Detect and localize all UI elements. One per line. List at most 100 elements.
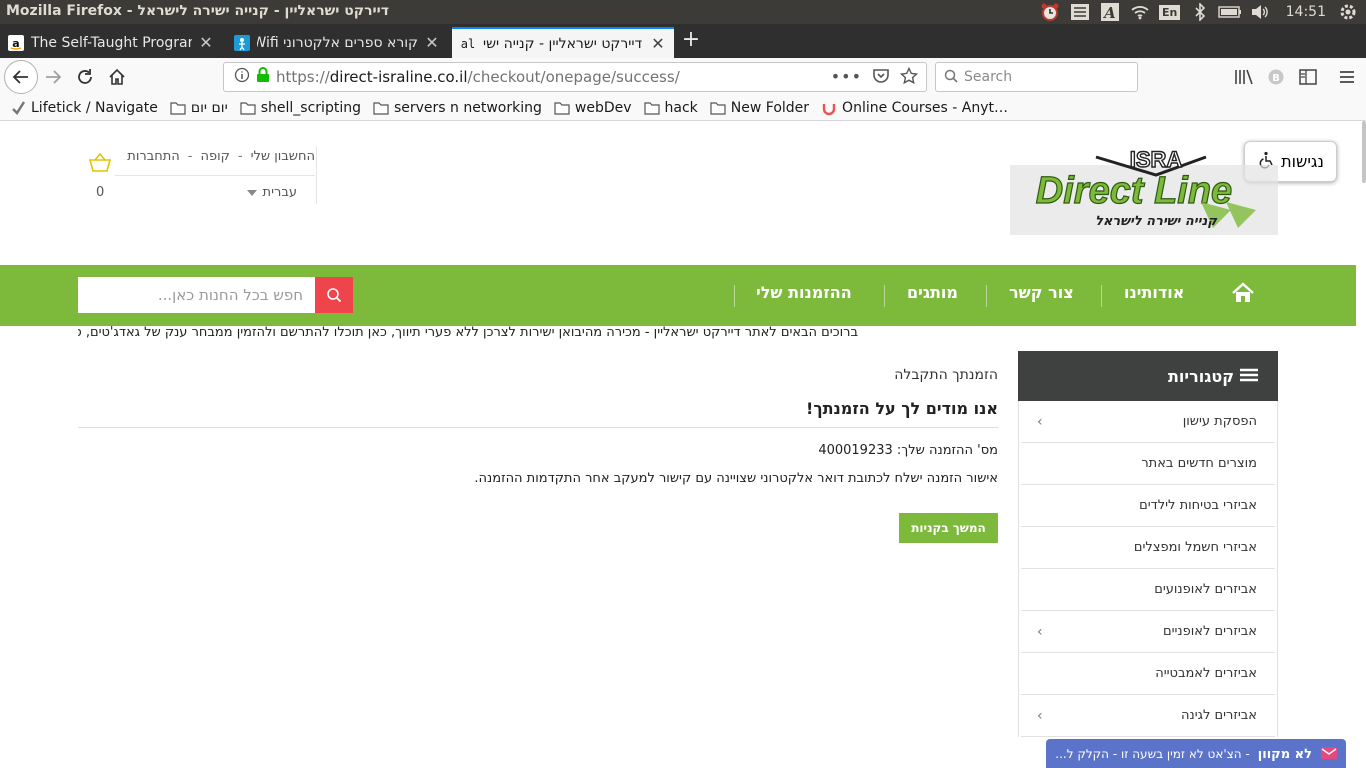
tab-title: The Self-Taught Program — [31, 34, 192, 51]
tab-self-taught-programmer[interactable]: a The Self-Taught Program ✕ — [0, 27, 222, 58]
udemy-icon — [821, 100, 837, 116]
arrow-left-icon — [12, 70, 28, 84]
bookmark-lifetick[interactable]: Lifetick / Navigate — [10, 100, 158, 116]
nav-home-icon[interactable] — [1232, 282, 1254, 308]
category-label: מוצרים חדשים באתר — [1141, 456, 1257, 471]
category-item[interactable]: אביזרי חשמל ומפצלים — [1021, 527, 1275, 569]
bookmark-label: webDev — [574, 100, 632, 116]
hamburger-menu-icon[interactable] — [1338, 69, 1356, 89]
folder-icon — [170, 101, 186, 115]
chevron-down-icon — [246, 185, 257, 200]
page-scrollbar[interactable] — [1362, 121, 1366, 183]
library-icon[interactable] — [1234, 68, 1254, 90]
hamburger-icon — [1240, 367, 1258, 386]
site-search-input[interactable]: חפש בכל החנות כאן... — [78, 277, 315, 313]
header-links: החשבון שלי - קופה - התחברות — [115, 146, 315, 176]
window-title: Mozilla Firefox - דיירקט ישראליין - קניי… — [6, 3, 389, 19]
category-item[interactable]: הפסקת עישון ‹ — [1021, 401, 1275, 443]
category-item[interactable]: אביזרים לגינה ‹ — [1021, 695, 1275, 737]
alarm-clock-icon[interactable] — [1038, 0, 1062, 24]
login-link[interactable]: התחברות — [127, 149, 179, 175]
continue-shopping-button[interactable]: המשך בקניות — [899, 513, 998, 543]
tab-direct-israline[interactable]: al דיירקט ישראליין - קנייה ישי ✕ — [452, 27, 674, 58]
category-item[interactable]: אביזרים לאופנועים — [1021, 569, 1275, 611]
chat-widget[interactable]: לא מקוון - הצ'אט לא זמין בשעה זו - הקלק … — [1046, 739, 1346, 768]
pocket-icon[interactable] — [872, 68, 890, 88]
site-search: חפש בכל החנות כאן... — [78, 277, 353, 313]
cart-count[interactable]: 0 — [96, 185, 104, 200]
browser-search-input[interactable]: Search — [935, 62, 1138, 92]
bookmark-folder-new-folder[interactable]: New Folder — [710, 100, 809, 116]
category-item[interactable]: מוצרים חדשים באתר — [1021, 443, 1275, 485]
wifi-icon[interactable] — [1128, 0, 1152, 24]
close-tab-icon[interactable]: ✕ — [424, 33, 440, 52]
ereader-icon — [234, 34, 250, 51]
category-item[interactable]: אביזרי בטיחות לילדים — [1021, 485, 1275, 527]
welcome-marquee: ברוכים הבאים לאתר דיירקט ישראליין - מכיר… — [78, 325, 858, 340]
page-actions-menu-icon[interactable]: ••• — [831, 67, 862, 86]
battery-icon[interactable] — [1217, 0, 1242, 24]
info-icon[interactable] — [234, 67, 250, 87]
bookmark-folder-hack[interactable]: hack — [643, 100, 698, 116]
power-gear-icon[interactable] — [1336, 0, 1360, 24]
category-label: אביזרי חשמל ומפצלים — [1133, 540, 1257, 555]
bookmark-online-courses[interactable]: Online Courses - Anyt… — [821, 100, 1008, 116]
url-scheme: https:// — [276, 68, 330, 86]
category-label: אביזרים לאופניים — [1162, 624, 1257, 639]
extension-icon[interactable]: B — [1268, 69, 1284, 89]
back-button[interactable] — [4, 60, 38, 94]
nav-brands[interactable]: מותגים — [907, 283, 958, 302]
my-account-link[interactable]: החשבון שלי — [251, 149, 315, 175]
site-logo[interactable]: ISRA Direct Line קנייה ישירה לישראל — [1006, 146, 1278, 235]
volume-icon[interactable] — [1248, 0, 1272, 24]
categories-header[interactable]: קטגוריות — [1018, 351, 1278, 401]
forward-button[interactable] — [38, 62, 68, 92]
svg-text:B: B — [1272, 73, 1280, 84]
bookmark-label: Lifetick / Navigate — [31, 100, 158, 116]
bookmark-folder-yom-yom[interactable]: יום יום — [170, 100, 228, 116]
link-separator: - — [237, 149, 243, 164]
category-item[interactable]: אביזרים לאופניים ‹ — [1021, 611, 1275, 653]
bookmark-star-icon[interactable] — [899, 66, 919, 89]
confirmation-message: אישור הזמנה ישלח לכתובת דואר אלקטרוני שצ… — [474, 471, 998, 486]
sidebar-toggle-icon[interactable] — [1299, 69, 1317, 89]
notes-icon[interactable] — [1068, 0, 1092, 24]
nav-about[interactable]: אודותינו — [1124, 283, 1184, 302]
chat-status: לא מקוון — [1257, 746, 1312, 762]
clock[interactable]: 14:51 — [1286, 4, 1326, 20]
home-button[interactable] — [102, 62, 132, 92]
nav-separator — [1101, 285, 1102, 307]
divider — [78, 427, 998, 428]
bluetooth-icon[interactable] — [1188, 0, 1212, 24]
checkout-link[interactable]: קופה — [200, 149, 229, 175]
system-tray: A En 14:51 — [1038, 0, 1366, 24]
language-value: עברית — [262, 184, 297, 200]
bookmark-folder-shell-scripting[interactable]: shell_scripting — [240, 100, 361, 116]
url-bar[interactable]: https://direct-israline.co.il/checkout/o… — [223, 62, 927, 92]
reload-button[interactable] — [70, 62, 100, 92]
bookmark-folder-webdev[interactable]: webDev — [554, 100, 632, 116]
keyboard-language-indicator[interactable]: En — [1158, 0, 1182, 24]
site-search-button[interactable] — [315, 277, 353, 313]
nav-my-orders[interactable]: ההזמנות שלי — [756, 283, 852, 302]
navigation-toolbar: https://direct-israline.co.il/checkout/o… — [0, 58, 1366, 96]
close-tab-icon[interactable]: ✕ — [198, 33, 214, 52]
language-select[interactable]: עברית — [115, 179, 315, 205]
url-text: https://direct-israline.co.il/checkout/o… — [276, 68, 680, 86]
close-tab-icon[interactable]: ✕ — [650, 34, 666, 53]
font-icon[interactable]: A — [1098, 0, 1122, 24]
page-subtitle: הזמנתך התקבלה — [894, 367, 998, 383]
tab-ereader[interactable]: קורא ספרים אלקטרוני Wifi ✕ — [226, 27, 448, 58]
new-tab-button[interactable]: + — [678, 29, 704, 53]
chevron-left-icon: ‹ — [1037, 623, 1043, 640]
shopping-basket-icon[interactable] — [88, 152, 112, 173]
nav-contact[interactable]: צור קשר — [1009, 283, 1074, 302]
header-divider — [316, 146, 317, 204]
link-separator: - — [187, 149, 193, 164]
bookmark-folder-servers[interactable]: servers n networking — [373, 100, 542, 116]
lock-icon[interactable] — [256, 67, 270, 87]
chevron-left-icon: ‹ — [1037, 707, 1043, 724]
category-item[interactable]: אביזרים לאמבטייה — [1021, 653, 1275, 695]
bookmark-label: יום יום — [190, 100, 228, 116]
category-label: אביזרי בטיחות לילדים — [1139, 498, 1257, 513]
